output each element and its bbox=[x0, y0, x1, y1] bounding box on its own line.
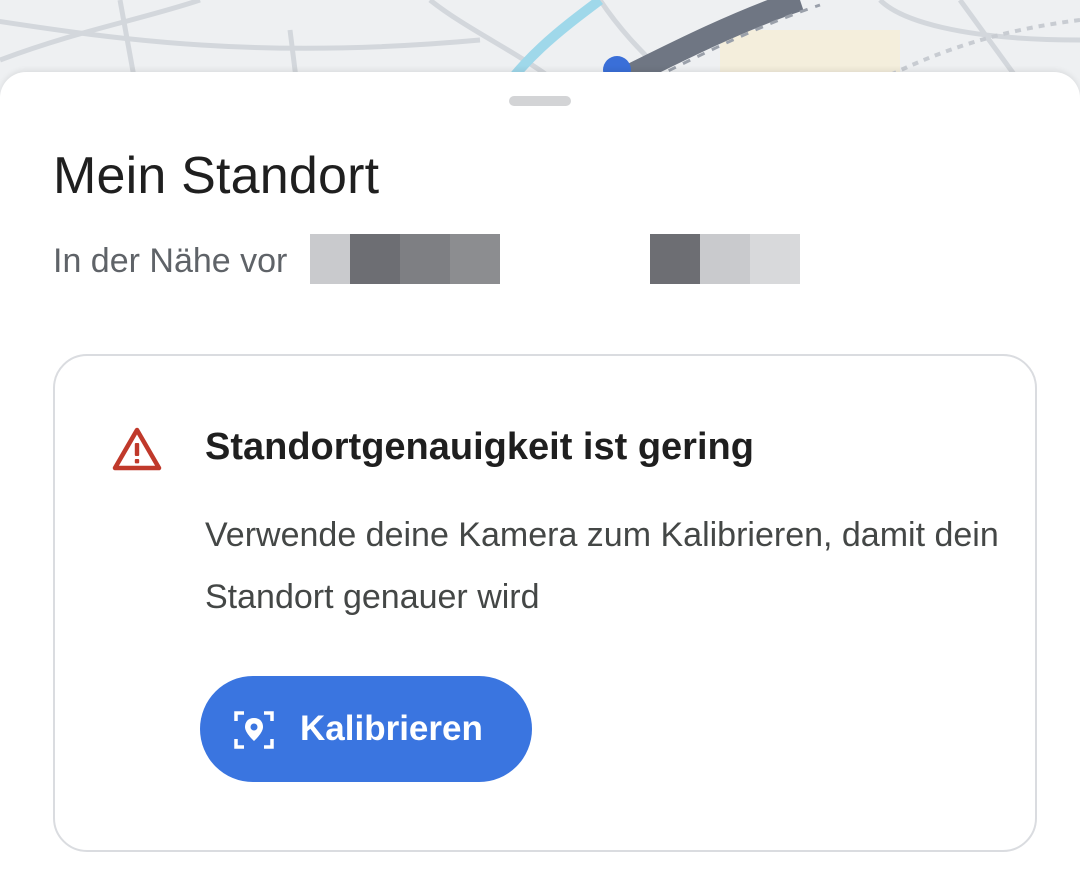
calibrate-button-label: Kalibrieren bbox=[300, 709, 483, 748]
sheet-title: Mein Standort bbox=[53, 147, 380, 205]
location-subtitle-row: In der Nähe vor bbox=[53, 234, 813, 286]
accuracy-warning-card: Standortgenauigkeit ist gering Verwende … bbox=[53, 354, 1037, 852]
warning-description: Verwende deine Kamera zum Kalibrieren, d… bbox=[205, 516, 999, 616]
calibrate-button[interactable]: Kalibrieren bbox=[200, 676, 532, 782]
location-bottom-sheet: Mein Standort In der Nähe vor Standortge… bbox=[0, 72, 1080, 885]
location-scan-icon bbox=[234, 711, 274, 749]
screen: Mein Standort In der Nähe vor Standortge… bbox=[0, 0, 1080, 885]
warning-triangle-icon bbox=[112, 427, 162, 471]
warning-title: Standortgenauigkeit ist gering bbox=[205, 426, 754, 468]
location-subtitle: In der Nähe vor bbox=[53, 242, 288, 280]
drag-handle[interactable] bbox=[509, 96, 571, 106]
